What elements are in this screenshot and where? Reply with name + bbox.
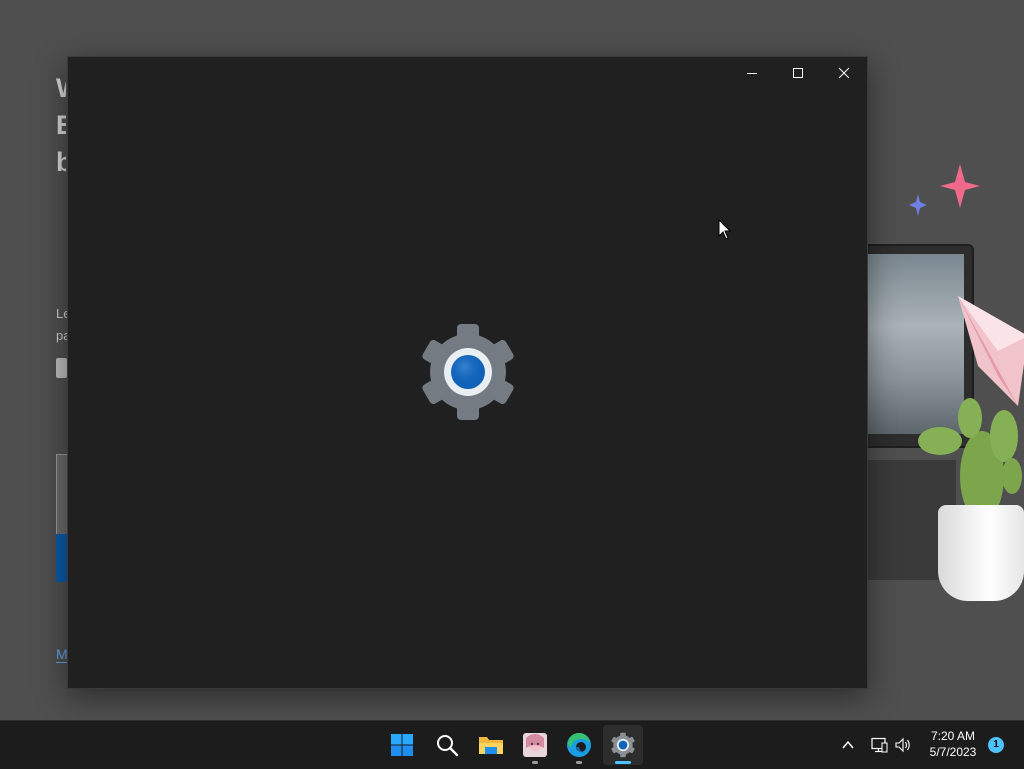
file-explorer-button[interactable] <box>471 725 511 765</box>
show-hidden-icons-button[interactable] <box>836 733 860 757</box>
text-line: Le <box>56 306 67 321</box>
clock-date: 5/7/2023 <box>929 745 977 759</box>
close-icon <box>838 67 850 79</box>
chevron-up-icon <box>842 740 854 749</box>
maximize-icon <box>793 68 803 78</box>
background-app-text: Le pa <box>56 303 67 347</box>
heading-line: W <box>56 70 66 107</box>
text-line: pa <box>56 328 67 343</box>
settings-gear-icon <box>422 324 514 420</box>
photo-app-icon <box>523 733 547 757</box>
edge-browser-button[interactable] <box>559 725 599 765</box>
background-checkbox[interactable] <box>56 358 67 378</box>
background-link[interactable]: M <box>56 646 67 663</box>
settings-window[interactable] <box>67 56 868 689</box>
heading-line: b <box>56 147 66 177</box>
minimize-icon <box>747 73 757 74</box>
active-indicator <box>615 761 631 764</box>
notification-badge[interactable]: 1 <box>988 737 1004 753</box>
network-icon <box>871 737 888 753</box>
network-button[interactable] <box>867 733 891 757</box>
heading-line: E <box>56 110 66 140</box>
search-button[interactable] <box>427 725 467 765</box>
start-button[interactable] <box>382 725 422 765</box>
close-button[interactable] <box>821 57 867 89</box>
taskbar: 7:20 AM 5/7/2023 1 <box>0 720 1024 769</box>
maximize-button[interactable] <box>775 57 821 89</box>
mouse-cursor-icon <box>718 219 732 240</box>
clock-time: 7:20 AM <box>930 729 976 743</box>
edge-browser-icon <box>567 732 591 757</box>
settings-gear-icon <box>611 732 635 758</box>
search-icon <box>437 735 459 757</box>
paper-plane-icon <box>958 296 1024 406</box>
windows-start-icon <box>391 734 413 756</box>
running-indicator <box>532 761 538 764</box>
folder-icon <box>479 737 503 754</box>
plant-pot <box>938 505 1024 601</box>
background-app-heading: W E b <box>56 70 66 181</box>
volume-icon <box>895 737 910 753</box>
photos-app-button[interactable] <box>515 725 555 765</box>
running-indicator <box>576 761 582 764</box>
wallpaper-illustration <box>866 160 1024 610</box>
minimize-button[interactable] <box>729 57 775 89</box>
settings-taskbar-button[interactable] <box>603 725 643 765</box>
volume-button[interactable] <box>892 733 916 757</box>
sparkle-icon <box>909 164 980 216</box>
background-primary-button[interactable] <box>56 534 67 582</box>
taskbar-clock[interactable]: 7:20 AM 5/7/2023 <box>922 728 984 760</box>
